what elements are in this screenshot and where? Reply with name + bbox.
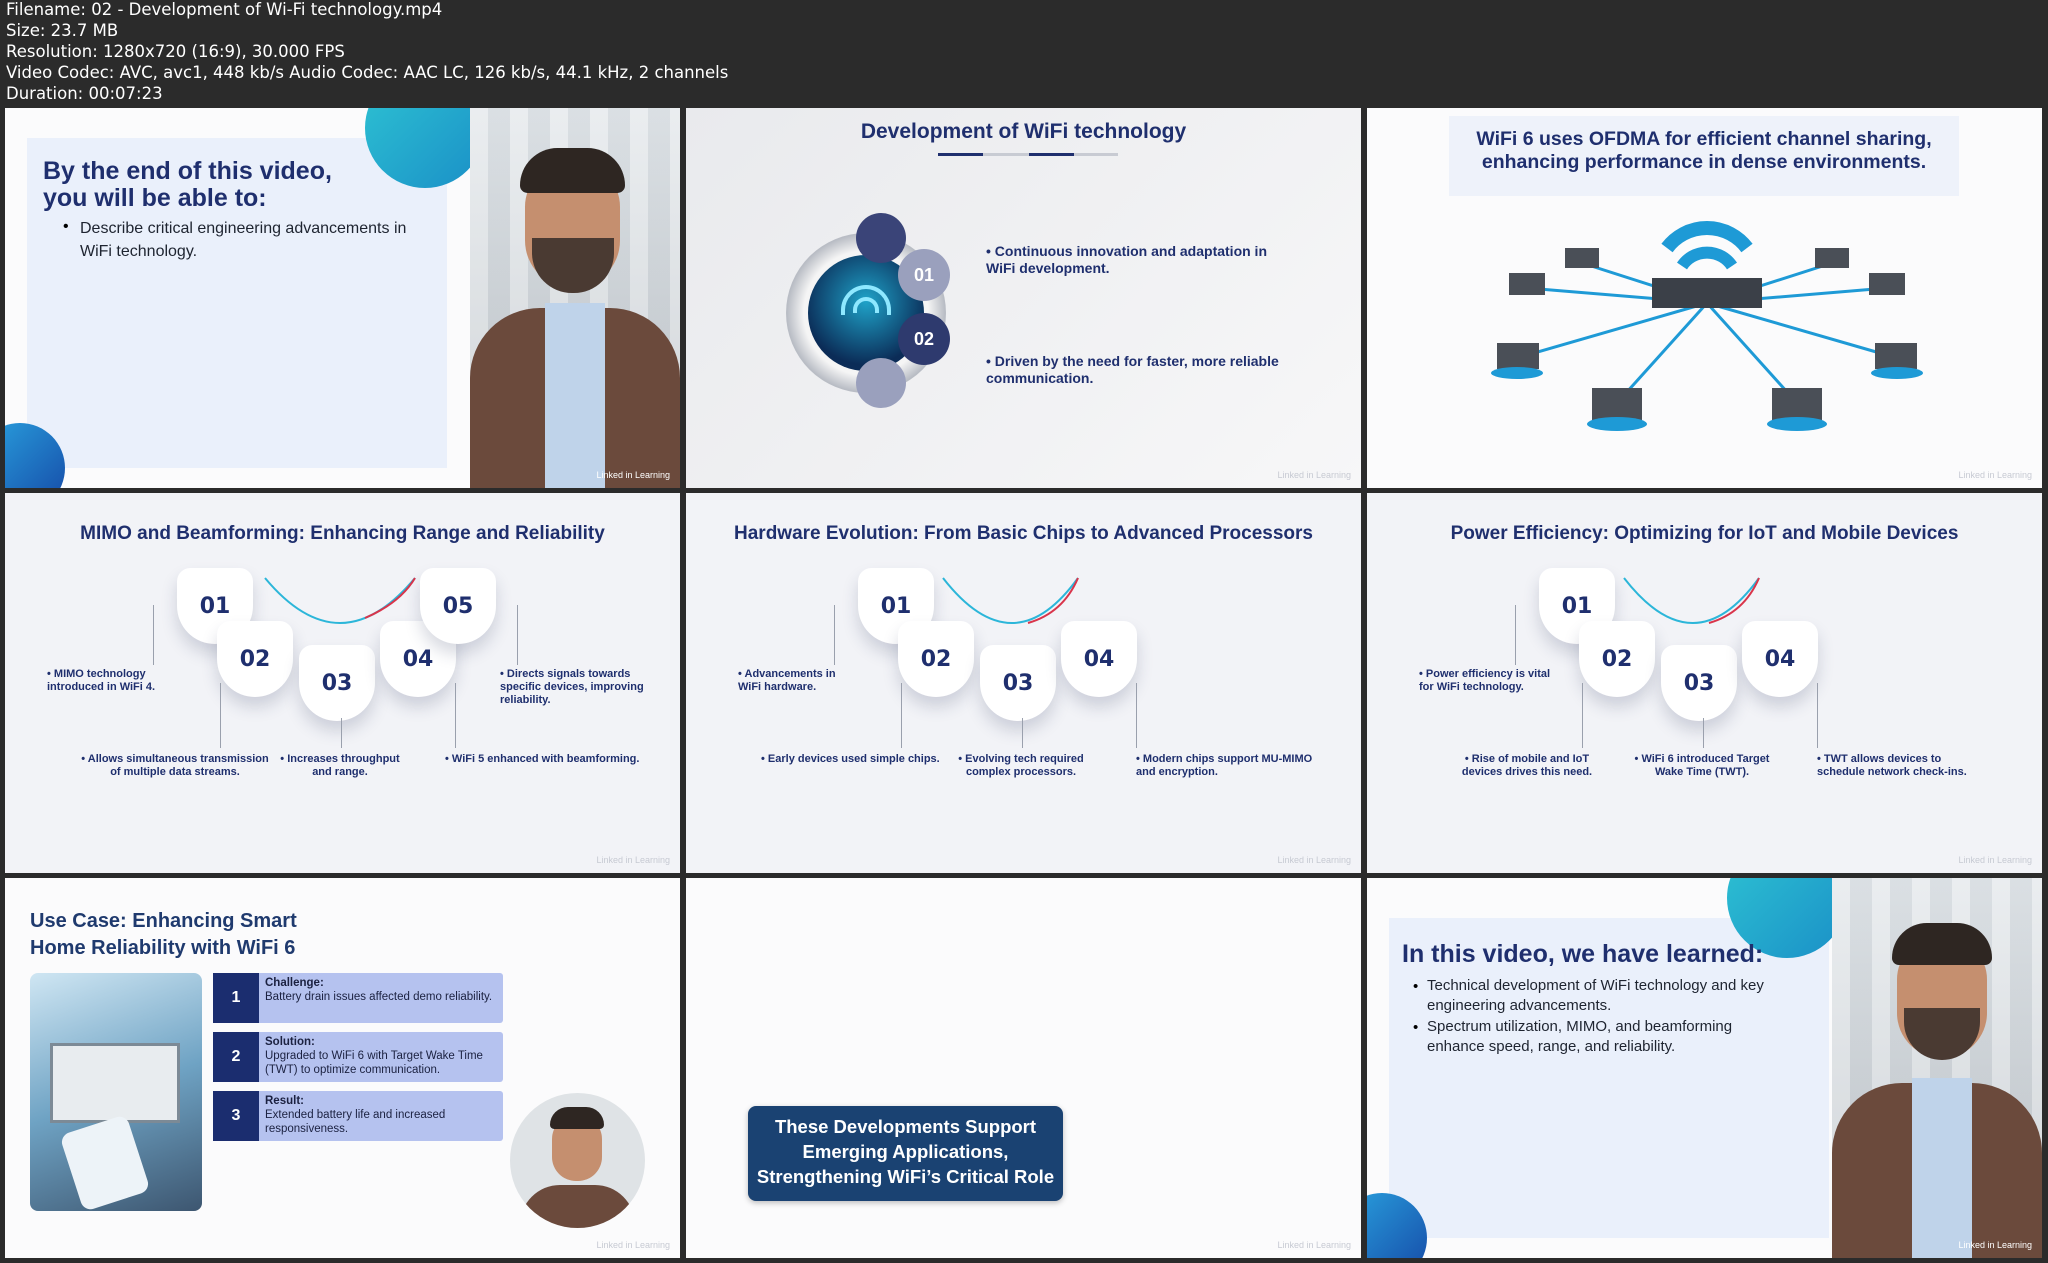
watermark: Linked in Learning <box>1277 855 1351 865</box>
frame-9-bullet-1: Technical development of WiFi technology… <box>1427 977 1764 1014</box>
presenter-hair <box>520 148 625 193</box>
watermark: Linked in Learning <box>1277 470 1351 480</box>
watermark: Linked in Learning <box>1958 855 2032 865</box>
note-1: • Advancements in WiFi hardware. <box>738 668 836 693</box>
duration-text: Duration: 00:07:23 <box>6 83 163 103</box>
note-2: • Allows simultaneous transmission of mu… <box>81 753 269 778</box>
watermark: Linked in Learning <box>1958 1240 2032 1250</box>
step-04: 04 <box>1742 621 1818 697</box>
note-4: • TWT allows devices to schedule network… <box>1817 753 1967 778</box>
note-1: • MIMO technology introduced in WiFi 4. <box>47 668 156 693</box>
note-3: • Evolving tech required complex process… <box>958 753 1084 778</box>
frame-1-bullet: Describe critical engineering advancemen… <box>80 220 407 260</box>
node-bottom <box>856 358 906 408</box>
frame-7[interactable]: Use Case: Enhancing Smart Home Reliabili… <box>5 878 680 1258</box>
presenter-hair <box>1892 923 1992 965</box>
note-2: • Rise of mobile and IoT devices drives … <box>1461 753 1593 778</box>
note-4: • Modern chips support MU-MIMO and encry… <box>1136 753 1313 778</box>
step-02: 02 <box>898 621 974 697</box>
step-02: 02 <box>1579 621 1655 697</box>
watermark: Linked in Learning <box>596 855 670 865</box>
watermark: Linked in Learning <box>596 1240 670 1250</box>
frame-5-title: Hardware Evolution: From Basic Chips to … <box>734 523 1313 544</box>
frame-6[interactable]: Power Efficiency: Optimizing for IoT and… <box>1367 493 2042 873</box>
frame-9[interactable]: In this video, we have learned: • Techni… <box>1367 878 2042 1258</box>
watermark: Linked in Learning <box>1277 1240 1351 1250</box>
step-05: 05 <box>420 568 496 644</box>
frame-2-point-1: • Continuous innovation and adaptation i… <box>986 243 1267 276</box>
note-1: • Power efficiency is vital for WiFi tec… <box>1419 668 1551 693</box>
frame-5[interactable]: Hardware Evolution: From Basic Chips to … <box>686 493 1361 873</box>
frame-6-title: Power Efficiency: Optimizing for IoT and… <box>1450 523 1959 544</box>
note-5: • Directs signals towards specific devic… <box>500 668 644 706</box>
thumbnail-grid: By the end of this video, you will be ab… <box>5 108 2043 1258</box>
frame-3[interactable]: WiFi 6 uses OFDMA for efficient channel … <box>1367 108 2042 488</box>
file-info: Filename: 02 - Development of Wi-Fi tech… <box>6 0 1106 106</box>
frame-2[interactable]: Development of WiFi technology 01 02 • C… <box>686 108 1361 488</box>
step-02: 02 <box>217 621 293 697</box>
frame-8[interactable]: These Developments Support Emerging Appl… <box>686 878 1361 1258</box>
frame-9-heading: In this video, we have learned: <box>1402 940 1764 968</box>
frame-4[interactable]: MIMO and Beamforming: Enhancing Range an… <box>5 493 680 873</box>
frame-2-point-2: • Driven by the need for faster, more re… <box>986 353 1279 386</box>
step-03: 03 <box>1661 645 1737 721</box>
usecase-row-challenge: 1 Challenge: Battery drain issues affecte… <box>213 973 503 1023</box>
row-number: 3 <box>213 1091 259 1141</box>
row-number: 2 <box>213 1032 259 1082</box>
usecase-row-result: 3 Result: Extended battery life and incre… <box>213 1091 503 1141</box>
note-3: • Increases throughput and range. <box>280 753 400 778</box>
frame-9-bullet-2: Spectrum utilization, MIMO, and beamform… <box>1427 1018 1733 1055</box>
watermark: Linked in Learning <box>1958 470 2032 480</box>
step-03: 03 <box>299 645 375 721</box>
frame-1[interactable]: By the end of this video, you will be ab… <box>5 108 680 488</box>
smart-home-image <box>30 973 202 1212</box>
frame-8-banner: These Developments Support Emerging Appl… <box>756 1116 1055 1187</box>
size-text: Size: 23.7 MB <box>6 20 119 40</box>
node-top <box>856 213 906 263</box>
usecase-row-solution: 2 Solution: Upgraded to WiFi 6 with Targe… <box>213 1032 503 1082</box>
presenter-avatar <box>510 1093 645 1228</box>
note-3: • WiFi 6 introduced Target Wake Time (TW… <box>1634 753 1770 778</box>
presenter-shirt <box>1912 1078 1972 1258</box>
resolution-text: Resolution: 1280x720 (16:9), 30.000 FPS <box>6 41 345 61</box>
frame-2-title: Development of WiFi technology <box>860 120 1187 143</box>
step-01-badge: 01 <box>898 249 950 301</box>
presenter-shirt <box>545 303 605 488</box>
row-number: 1 <box>213 973 259 1023</box>
frame-4-title: MIMO and Beamforming: Enhancing Range an… <box>80 523 605 544</box>
frame-7-title: Use Case: Enhancing Smart Home Reliabili… <box>30 910 297 959</box>
filename-text: Filename: 02 - Development of Wi-Fi tech… <box>6 0 443 19</box>
note-2: • Early devices used simple chips. <box>761 753 940 765</box>
watermark: Linked in Learning <box>596 470 670 480</box>
network-illustration <box>1491 221 1923 431</box>
bullet-dot: • <box>1413 978 1419 995</box>
step-04: 04 <box>1061 621 1137 697</box>
bullet-dot: • <box>1413 1019 1419 1036</box>
frame-1-heading: By the end of this video, you will be ab… <box>43 157 332 212</box>
step-02-badge: 02 <box>898 313 950 365</box>
presenter-video <box>470 108 680 488</box>
step-03: 03 <box>980 645 1056 721</box>
presenter-video <box>1832 878 2042 1258</box>
note-4: • WiFi 5 enhanced with beamforming. <box>445 753 640 765</box>
codec-text: Video Codec: AVC, avc1, 448 kb/s Audio C… <box>6 62 729 82</box>
frame-3-caption: WiFi 6 uses OFDMA for efficient channel … <box>1476 128 1932 173</box>
bullet-dot: • <box>63 218 69 235</box>
